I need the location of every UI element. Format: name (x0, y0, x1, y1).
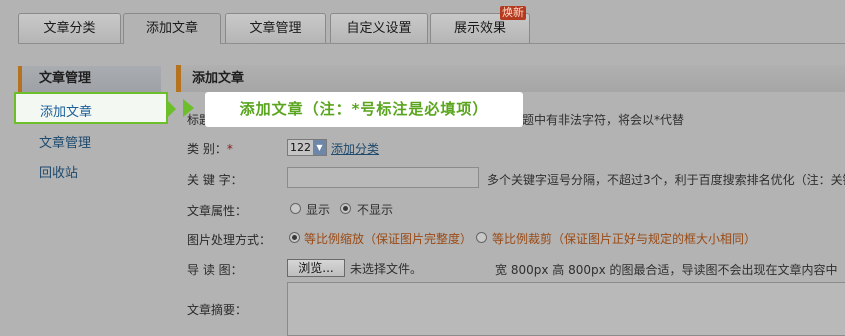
img-crop-label[interactable]: 等比例裁剪（保证图片正好与规定的框大小相同） (492, 230, 756, 247)
attr-label: 文章属性： (187, 204, 248, 218)
attr-show-radio[interactable] (290, 203, 301, 214)
keywords-label: 关 键 字： (187, 173, 243, 187)
sidebar-item-recycle-bin[interactable]: 回收站 (39, 162, 78, 181)
attr-hide-radio[interactable] (340, 203, 351, 214)
tooltip-arrow-icon (183, 99, 194, 117)
cover-hint: 宽 800px 高 800px 的图最合适，导读图不会出现在文章内容中 (495, 263, 838, 277)
tooltip-required-note: 添加文章（注：*号标注是必填项） (205, 92, 523, 127)
img-scale-label[interactable]: 等比例缩放（保证图片完整度） (304, 230, 472, 247)
no-file-text: 未选择文件。 (350, 262, 423, 276)
img-scale-radio[interactable] (289, 232, 300, 243)
category-label-text: 类 别： (187, 142, 227, 156)
tab-bar: 文章分类 添加文章 文章管理 自定义设置 展示效果 焕新 (0, 0, 845, 44)
tab-add-article[interactable]: 添加文章 (123, 13, 221, 44)
tab-article-category[interactable]: 文章分类 (18, 13, 121, 43)
category-select[interactable]: 122 ▼ (287, 139, 327, 156)
attr-hide-label[interactable]: 不显示 (357, 201, 393, 218)
add-category-link[interactable]: 添加分类 (331, 140, 379, 157)
cover-label: 导 读 图： (187, 263, 243, 277)
sidebar-item-label: 添加文章 (40, 105, 93, 120)
tab-custom-settings[interactable]: 自定义设置 (330, 13, 428, 43)
attr-show-label[interactable]: 显示 (306, 201, 330, 218)
new-badge: 焕新 (500, 6, 526, 20)
active-pointer-icon (167, 100, 176, 118)
keywords-input[interactable] (287, 167, 479, 188)
browse-button[interactable]: 浏览... (287, 259, 345, 277)
sidebar-item-add-article[interactable]: 添加文章 (14, 92, 176, 124)
summary-textarea[interactable] (287, 282, 845, 336)
category-select-value: 122 (290, 141, 311, 154)
sidebar-item-article-manage[interactable]: 文章管理 (39, 132, 91, 151)
summary-label: 文章摘要： (187, 303, 248, 317)
required-marker: * (226, 142, 233, 156)
sidebar-heading: 文章管理 (18, 66, 161, 92)
img-process-label: 图片处理方式： (187, 233, 272, 247)
category-label: 类 别：* (187, 140, 233, 157)
content-title: 添加文章 (176, 65, 845, 92)
img-crop-radio[interactable] (476, 232, 487, 243)
keywords-hint: 多个关键字逗号分隔，不超过3个，利于百度搜索排名优化（注：关键 (487, 173, 845, 187)
title-hint: 题中有非法字符，将会以*代替 (522, 113, 685, 127)
chevron-down-icon: ▼ (313, 140, 326, 155)
tab-article-manage[interactable]: 文章管理 (225, 13, 326, 43)
